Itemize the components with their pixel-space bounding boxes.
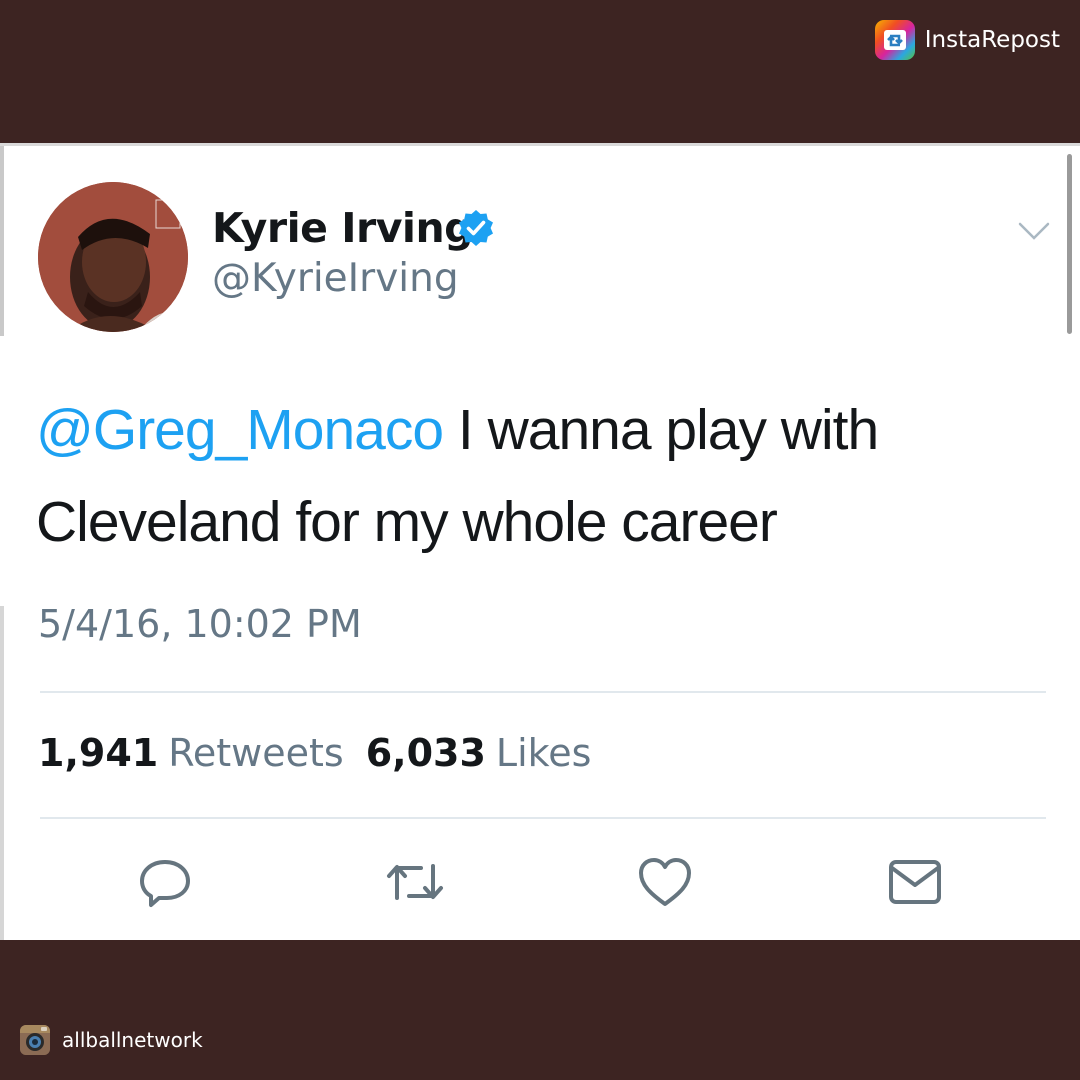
card-edge: [0, 606, 4, 943]
instarepost-badge: InstaRepost: [874, 20, 1060, 60]
retweets-label: Retweets: [168, 731, 344, 775]
reply-button[interactable]: [135, 852, 195, 912]
chevron-down-icon[interactable]: [1014, 216, 1054, 246]
likes-stat[interactable]: 6,033 Likes: [366, 731, 592, 775]
retweet-button[interactable]: [385, 852, 445, 912]
likes-count: 6,033: [365, 731, 486, 775]
instarepost-label: InstaRepost: [924, 27, 1060, 53]
repost-credit: allballnetwork: [20, 1025, 203, 1055]
likes-label: Likes: [495, 731, 592, 775]
instagram-icon: [20, 1025, 50, 1055]
retweets-count: 1,941: [38, 731, 159, 775]
top-bar: InstaRepost: [0, 0, 1080, 141]
user-handle[interactable]: @KyrieIrving: [212, 256, 459, 301]
retweet-icon: [387, 864, 443, 900]
divider: [40, 817, 1046, 819]
tweet-stats: 1,941 Retweets 6,033 Likes: [38, 731, 591, 775]
envelope-icon: [889, 860, 941, 904]
card-edge: [0, 146, 4, 336]
tweet-card: Kyrie Irving @KyrieIrving @Greg_Monaco I…: [0, 143, 1080, 943]
message-button[interactable]: [885, 852, 945, 912]
divider: [40, 691, 1046, 693]
credit-username[interactable]: allballnetwork: [62, 1028, 203, 1052]
display-name[interactable]: Kyrie Irving: [212, 204, 474, 252]
retweets-stat[interactable]: 1,941 Retweets: [38, 731, 344, 775]
reply-icon: [140, 860, 190, 907]
bottom-bar: [0, 940, 1080, 1080]
tweet-timestamp[interactable]: 5/4/16, 10:02 PM: [38, 602, 362, 646]
heart-icon: [639, 858, 691, 906]
repost-icon: [874, 20, 915, 60]
scrollbar[interactable]: [1067, 154, 1072, 334]
avatar[interactable]: [38, 182, 188, 332]
tweet-text: @Greg_Monaco I wanna play with Cleveland…: [36, 384, 1046, 568]
like-button[interactable]: [635, 852, 695, 912]
mention-link[interactable]: @Greg_Monaco: [36, 398, 444, 462]
verified-badge-icon: [459, 210, 493, 246]
